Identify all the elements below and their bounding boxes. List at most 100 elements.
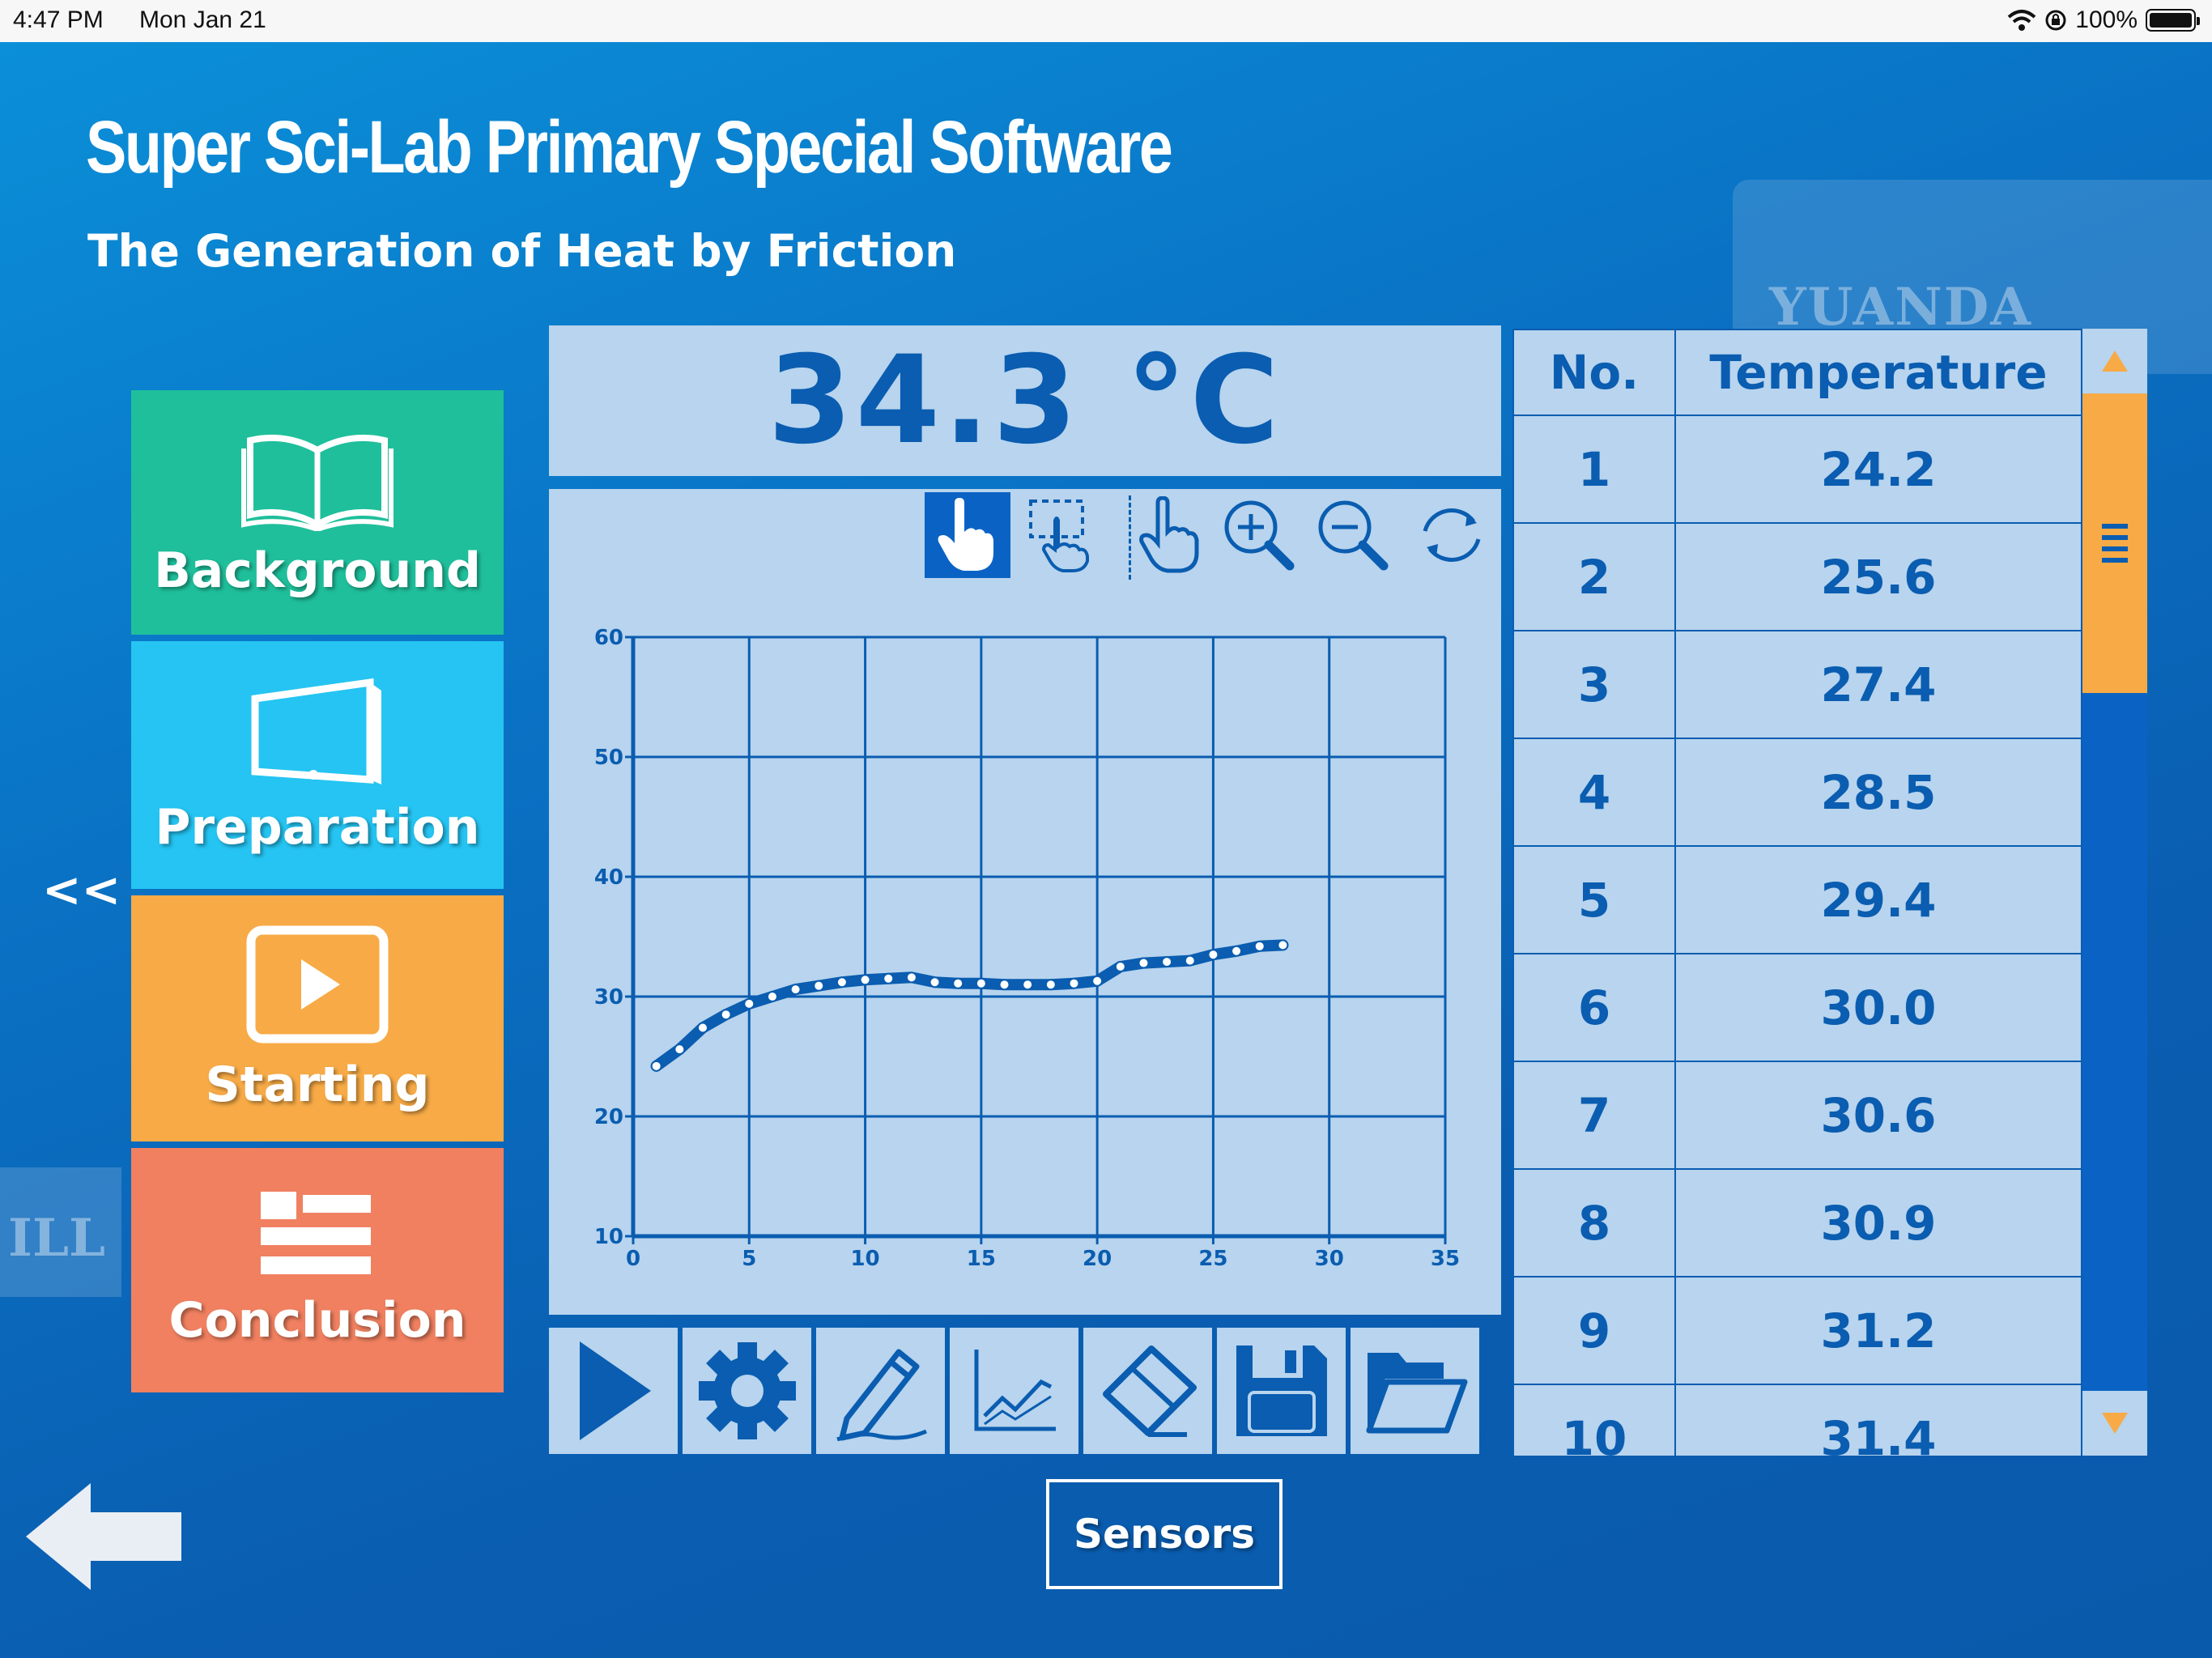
data-point [696, 1022, 708, 1034]
x-tick-label: 10 [850, 1247, 879, 1271]
nav-conclusion-button[interactable]: Conclusion [131, 1148, 504, 1392]
temperature-chart: 0 5 10 15 20 25 30 35 10 20 30 40 50 60 [594, 626, 1460, 1271]
table-row[interactable]: 8 30.9 [1512, 1168, 2082, 1278]
cell-no: 6 [1512, 953, 1676, 1062]
data-point [1091, 975, 1104, 987]
table-row[interactable]: 9 31.2 [1512, 1276, 2082, 1385]
nav-background-label: Background [154, 542, 481, 599]
play-icon [579, 1341, 651, 1440]
select-area-icon [1029, 500, 1089, 572]
back-arrow-icon[interactable] [23, 1480, 185, 1593]
nav-background-button[interactable]: Background [131, 390, 504, 635]
save-button[interactable] [1217, 1328, 1346, 1454]
triangle-down-icon [2102, 1413, 2128, 1434]
x-tick-label: 35 [1431, 1247, 1460, 1271]
nav-preparation-label: Preparation [155, 799, 480, 856]
settings-button[interactable] [683, 1328, 811, 1454]
nav-starting-button[interactable]: Starting [131, 895, 504, 1141]
table-row[interactable]: 10 31.4 [1512, 1384, 2082, 1456]
table-scrollbar[interactable] [2082, 329, 2147, 1456]
table-row[interactable]: 1 24.2 [1512, 414, 2082, 524]
table-row[interactable]: 4 28.5 [1512, 738, 2082, 847]
pointer-tool-button[interactable] [925, 492, 1010, 578]
zoom-in-button[interactable] [1216, 492, 1302, 578]
y-tick-label: 60 [594, 626, 623, 650]
data-point [1207, 949, 1219, 961]
cell-temperature: 28.5 [1674, 738, 2082, 847]
scroll-down-button[interactable] [2082, 1391, 2147, 1456]
x-tick-label: 0 [626, 1247, 640, 1271]
data-point [1277, 939, 1289, 951]
sensors-button[interactable]: Sensors [1046, 1479, 1283, 1589]
watermark-text-left: ILL [8, 1208, 105, 1269]
bottom-toolbar [549, 1328, 1479, 1454]
data-point [813, 980, 825, 992]
data-point [720, 1009, 732, 1021]
status-time: 4:47 PM [13, 6, 104, 33]
eraser-icon [1102, 1346, 1197, 1437]
data-point [975, 977, 987, 989]
cell-no: 7 [1512, 1061, 1676, 1170]
line-chart-icon [974, 1350, 1056, 1431]
nav-preparation-button[interactable]: Preparation [131, 641, 504, 889]
data-point [674, 1044, 686, 1056]
table-row[interactable]: 5 29.4 [1512, 845, 2082, 954]
table-header-row: No. Temperature [1512, 329, 2082, 416]
data-point [1114, 961, 1126, 972]
cell-no: 2 [1512, 522, 1676, 631]
cell-temperature: 29.4 [1674, 845, 2082, 954]
y-tick-label: 20 [594, 1105, 623, 1129]
x-tick-label: 15 [967, 1247, 996, 1271]
data-point [998, 979, 1010, 991]
status-right: 100% [2007, 6, 2200, 34]
select-area-tool-button[interactable] [1022, 492, 1108, 578]
live-reading-panel: 34.3 °C [549, 325, 1501, 476]
orientation-lock-icon [2045, 10, 2066, 31]
data-point [883, 972, 895, 984]
x-tick-label: 30 [1315, 1247, 1344, 1271]
eraser-button[interactable] [1083, 1328, 1212, 1454]
triangle-up-icon [2102, 351, 2128, 372]
table-row[interactable]: 3 27.4 [1512, 630, 2082, 739]
reset-view-button[interactable] [1409, 492, 1495, 578]
y-tick-label: 40 [594, 865, 623, 890]
cell-no: 9 [1512, 1276, 1676, 1385]
data-point [650, 1060, 662, 1072]
pencil-icon [836, 1349, 927, 1441]
table-row[interactable]: 7 30.6 [1512, 1061, 2082, 1170]
start-recording-button[interactable] [549, 1328, 678, 1454]
cell-temperature: 30.9 [1674, 1168, 2082, 1278]
scroll-up-button[interactable] [2082, 329, 2147, 393]
table-row[interactable]: 2 25.6 [1512, 522, 2082, 631]
cell-temperature: 30.6 [1674, 1061, 2082, 1170]
data-point [1161, 956, 1173, 968]
collapse-nav-button[interactable]: << [42, 862, 121, 917]
refresh-icon [1423, 508, 1481, 562]
data-point [766, 991, 778, 1002]
folder-open-icon [1366, 1353, 1467, 1434]
zoom-out-button[interactable] [1310, 492, 1396, 578]
scroll-thumb[interactable] [2082, 393, 2147, 693]
chart-view-button[interactable] [950, 1328, 1078, 1454]
x-tick-label: 25 [1198, 1247, 1227, 1271]
pencil-button[interactable] [816, 1328, 945, 1454]
nav-starting-label: Starting [205, 1056, 430, 1113]
x-tick-label: 20 [1083, 1247, 1112, 1271]
y-tick-label: 50 [594, 746, 623, 770]
cell-no: 1 [1512, 414, 1676, 524]
table-row[interactable]: 6 30.0 [1512, 953, 2082, 1062]
cell-temperature: 24.2 [1674, 414, 2082, 524]
cell-no: 10 [1512, 1384, 1676, 1456]
open-file-button[interactable] [1351, 1328, 1479, 1454]
y-tick-label: 30 [594, 985, 623, 1010]
cell-temperature: 30.0 [1674, 953, 2082, 1062]
battery-icon [2146, 9, 2200, 32]
data-point [1044, 979, 1057, 991]
cell-temperature: 31.2 [1674, 1276, 2082, 1385]
cell-no: 3 [1512, 630, 1676, 739]
data-table: No. Temperature 1 24.2 2 25.6 3 27.4 4 28.5 … [1512, 329, 2082, 1456]
pan-tool-button[interactable] [1127, 492, 1213, 578]
column-header-temperature: Temperature [1674, 329, 2082, 416]
data-point [1253, 940, 1266, 952]
data-point [952, 977, 964, 989]
